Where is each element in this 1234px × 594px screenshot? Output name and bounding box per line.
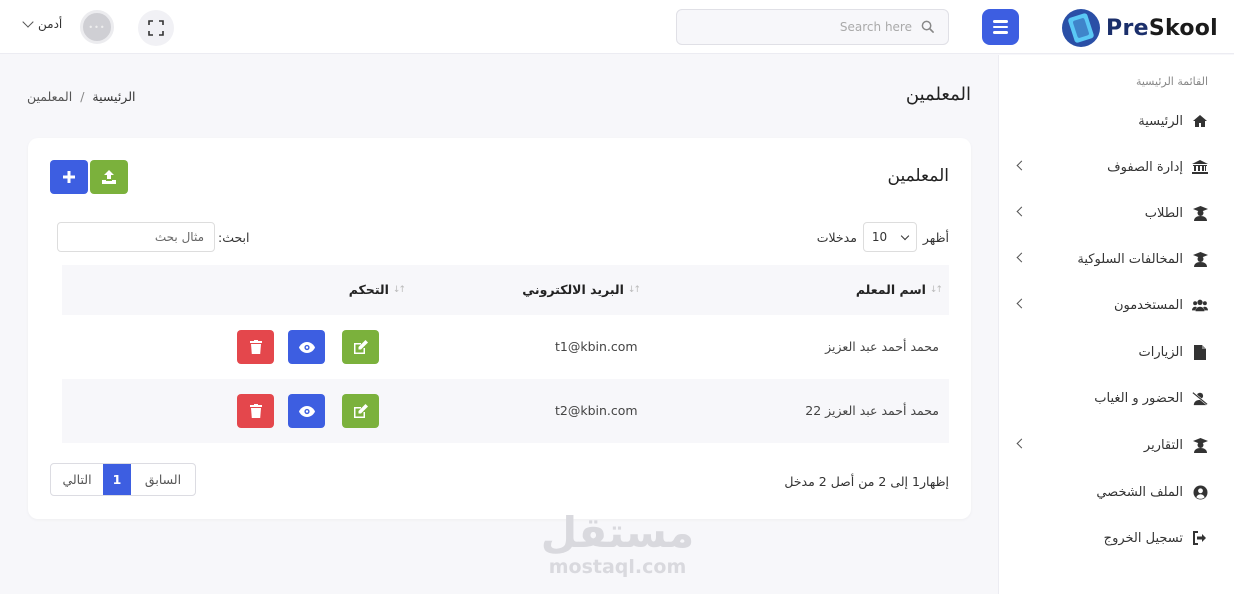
avatar[interactable] [80, 10, 114, 44]
edit-icon [353, 340, 368, 354]
sort-icon: ↑↓ [627, 284, 641, 295]
user-circle-icon [1192, 484, 1208, 500]
pagination-page-1[interactable]: 1 [103, 464, 131, 495]
users-icon [1192, 297, 1208, 313]
view-button[interactable] [288, 330, 325, 364]
table-row: محمد أحمد عبد العزيز 22 t2@kbin.com [62, 379, 949, 443]
sort-icon: ↑↓ [929, 284, 943, 295]
plus-icon [63, 171, 75, 183]
sidebar-title: القائمة الرئيسية [1135, 75, 1208, 88]
sidebar-item-visits[interactable]: الزيارات [1018, 340, 1208, 364]
teachers-table: ↑↓ اسم المعلم ↑↓ البريد الالكتروني ↑↓ ال… [62, 265, 949, 443]
sidebar: القائمة الرئيسية الرئيسية إدارة الصفوف ا… [998, 55, 1234, 594]
teachers-card: المعلمين أظهر 10 مدخلات ابحث: ↑↓ اسم الم… [28, 138, 971, 519]
column-header-actions[interactable]: ↑↓ التحكم [349, 282, 406, 297]
file-icon [1192, 344, 1208, 360]
table-info: إظهار1 إلى 2 من أصل 2 مدخل [784, 474, 949, 489]
logo[interactable]: PreSkool [1062, 8, 1218, 48]
watermark-arabic: مستقل [540, 508, 695, 557]
breadcrumb-current: المعلمين [27, 89, 73, 104]
user-name-label: أدمن [38, 17, 63, 31]
header-search [676, 9, 949, 45]
pagination-next[interactable]: التالي [51, 464, 103, 495]
graduate-icon [1192, 437, 1208, 453]
entries-length-select[interactable]: 10 [862, 222, 917, 252]
breadcrumb-home-link[interactable]: الرئيسية [92, 89, 135, 104]
sidebar-item-violations[interactable]: المخالفات السلوكية [1016, 247, 1208, 271]
chevron-down-icon [22, 16, 34, 28]
logo-text: PreSkool [1106, 15, 1218, 41]
sidebar-item-home[interactable]: الرئيسية [1018, 109, 1208, 133]
eye-icon [298, 341, 315, 353]
fullscreen-icon [148, 20, 164, 36]
breadcrumb: الرئيسية / المعلمين [27, 89, 135, 104]
pagination-previous[interactable]: السابق [131, 464, 195, 495]
upload-icon [102, 170, 116, 184]
edit-button[interactable] [342, 330, 379, 364]
sidebar-item-logout[interactable]: تسجيل الخروج [1018, 526, 1208, 550]
delete-button[interactable] [237, 394, 274, 428]
table-filter: ابحث: [57, 222, 250, 252]
table-header: ↑↓ اسم المعلم ↑↓ البريد الالكتروني ↑↓ ال… [62, 265, 949, 315]
search-label: ابحث: [218, 229, 250, 245]
user-menu[interactable]: أدمن [22, 16, 63, 31]
sign-out-icon [1192, 530, 1208, 546]
delete-button[interactable] [237, 330, 274, 364]
trash-icon [249, 340, 262, 354]
add-teacher-button[interactable] [50, 160, 88, 194]
logo-icon [1062, 9, 1101, 47]
home-icon [1192, 113, 1208, 129]
sidebar-item-attendance[interactable]: الحضور و الغياب [1018, 386, 1208, 410]
column-header-email[interactable]: ↑↓ البريد الالكتروني [522, 282, 641, 297]
top-header: PreSkool أدمن [0, 0, 1234, 54]
entries-label: مدخلات [816, 229, 857, 245]
user-slash-icon [1192, 390, 1208, 406]
teacher-email: t2@kbin.com [555, 403, 638, 418]
sidebar-item-classes[interactable]: إدارة الصفوف [1016, 155, 1208, 179]
teacher-name: محمد أحمد عبد العزيز [825, 339, 939, 354]
card-title: المعلمين [887, 166, 949, 186]
watermark: مستقل mostaql.com [540, 508, 695, 579]
chevron-left-icon [1016, 252, 1027, 263]
teacher-name: محمد أحمد عبد العزيز 22 [805, 403, 939, 418]
eye-icon [298, 405, 315, 417]
sort-icon: ↑↓ [392, 284, 406, 295]
teacher-email: t1@kbin.com [555, 339, 638, 354]
breadcrumb-separator: / [80, 89, 85, 104]
edit-button[interactable] [342, 394, 379, 428]
graduate-icon [1192, 205, 1208, 221]
trash-icon [249, 404, 262, 418]
menu-toggle-button[interactable] [982, 9, 1019, 45]
view-button[interactable] [288, 394, 325, 428]
table-row: محمد أحمد عبد العزيز t1@kbin.com [62, 315, 949, 379]
sidebar-item-students[interactable]: الطلاب [1016, 201, 1208, 225]
upload-button[interactable] [90, 160, 128, 194]
page-title: المعلمين [905, 84, 971, 105]
fullscreen-button[interactable] [138, 10, 174, 46]
sidebar-item-profile[interactable]: الملف الشخصي [1018, 480, 1208, 504]
sidebar-item-reports[interactable]: التقارير [1016, 433, 1208, 457]
chevron-left-icon [1016, 298, 1027, 309]
bank-icon [1192, 159, 1208, 175]
pagination: التالي 1 السابق [50, 463, 196, 496]
edit-icon [353, 404, 368, 418]
chevron-down-icon [900, 231, 910, 240]
chevron-left-icon [1016, 438, 1027, 449]
graduate-icon [1192, 251, 1208, 267]
chevron-left-icon [1016, 160, 1027, 171]
watermark-latin: mostaql.com [548, 556, 687, 578]
chevron-left-icon [1016, 206, 1027, 217]
show-label: أظهر [922, 229, 949, 245]
table-search-input[interactable] [57, 222, 215, 252]
header-search-input[interactable] [677, 10, 948, 44]
entries-length-control: أظهر 10 مدخلات [817, 222, 949, 252]
sidebar-item-users[interactable]: المستخدمون [1016, 293, 1208, 317]
column-header-name[interactable]: ↑↓ اسم المعلم [856, 282, 943, 297]
search-icon [921, 20, 934, 33]
